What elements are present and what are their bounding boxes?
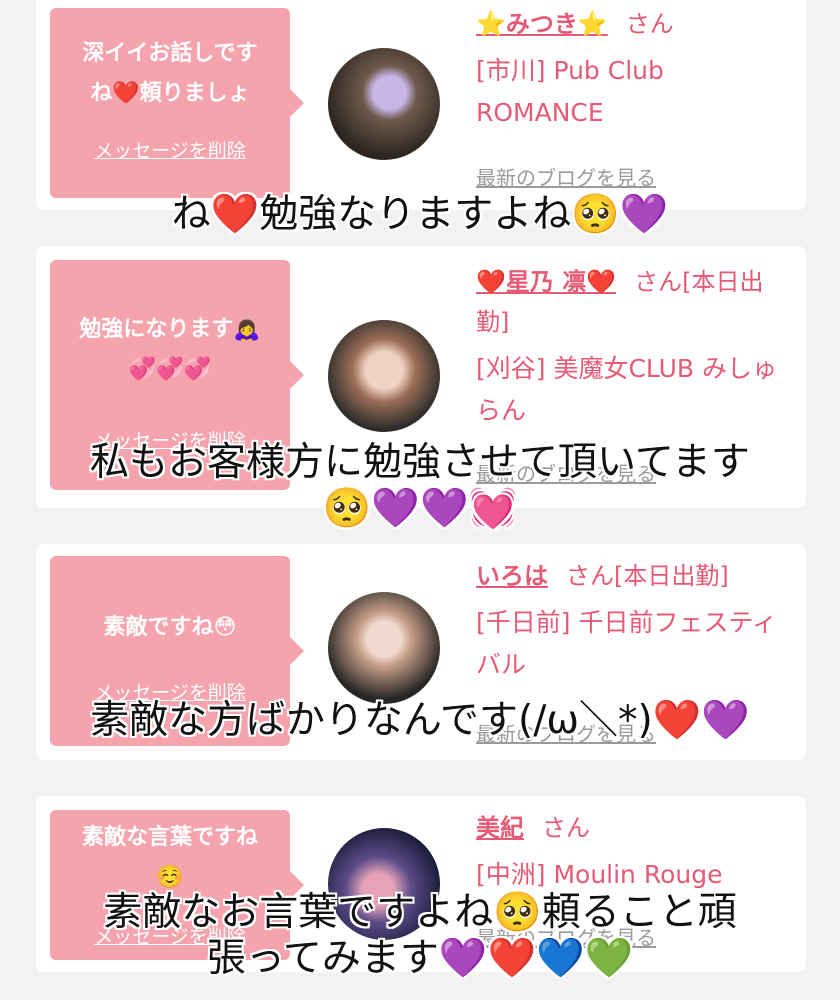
overlay-caption: 素敵な方ばかりなんです(/ω＼*)❤️💜 [90,698,750,743]
message-text: 素敵ですね😳 [103,615,237,640]
message-text: 勉強になります🙇‍♀️ 💞💞💞 [79,317,261,382]
delete-message-link[interactable]: メッセージを削除 [50,136,290,163]
shop-name: [市川] Pub Club ROMANCE [476,56,664,127]
san-label: さん [542,814,590,842]
avatar[interactable] [328,48,440,160]
girl-info: ❤️星乃 凛❤️ さん[本日出勤] [刈谷] 美魔女CLUB みしゅらん [476,262,786,432]
girl-name-link[interactable]: いろは [476,562,548,590]
message-text: 深イイお話しです ね❤️頼りましょ [82,41,258,106]
girl-name-link[interactable]: ❤️星乃 凛❤️ [476,268,616,296]
shop-name: [千日前] 千日前フェスティバル [476,608,777,679]
san-label: さん[本日出勤] [566,562,729,590]
message-bubble: 深イイお話しです ね❤️頼りましょ メッセージを削除 [50,8,304,198]
overlay-caption: ね❤️勉強なりますよね🥺💜 [171,192,669,237]
girl-info: ⭐️みつき⭐️ さん [市川] Pub Club ROMANCE [476,4,786,134]
girl-info: いろは さん[本日出勤] [千日前] 千日前フェスティバル [476,556,786,686]
san-label: さん [625,10,674,38]
overlay-caption: 素敵なお言葉ですよね🥺頼ること頑 張ってみます💜❤️💙💚 [103,890,737,981]
girl-name-link[interactable]: 美紀 [476,814,524,842]
message-text: 素敵な言葉ですね ☺️ [81,825,258,890]
avatar[interactable] [328,592,440,704]
girl-name-link[interactable]: ⭐️みつき⭐️ [476,10,608,38]
overlay-caption: 私もお客様方に勉強させて頂いてます 🥺💜💜💓 [90,440,750,531]
girl-info: 美紀 さん [中洲] Moulin Rouge [476,808,786,896]
latest-blog-link[interactable]: 最新のブログを見る [476,162,656,191]
shop-name: [刈谷] 美魔女CLUB みしゅらん [476,354,777,425]
message-card: 深イイお話しです ね❤️頼りましょ メッセージを削除 ⭐️みつき⭐️ さん [市川… [36,0,806,210]
avatar[interactable] [328,320,440,432]
